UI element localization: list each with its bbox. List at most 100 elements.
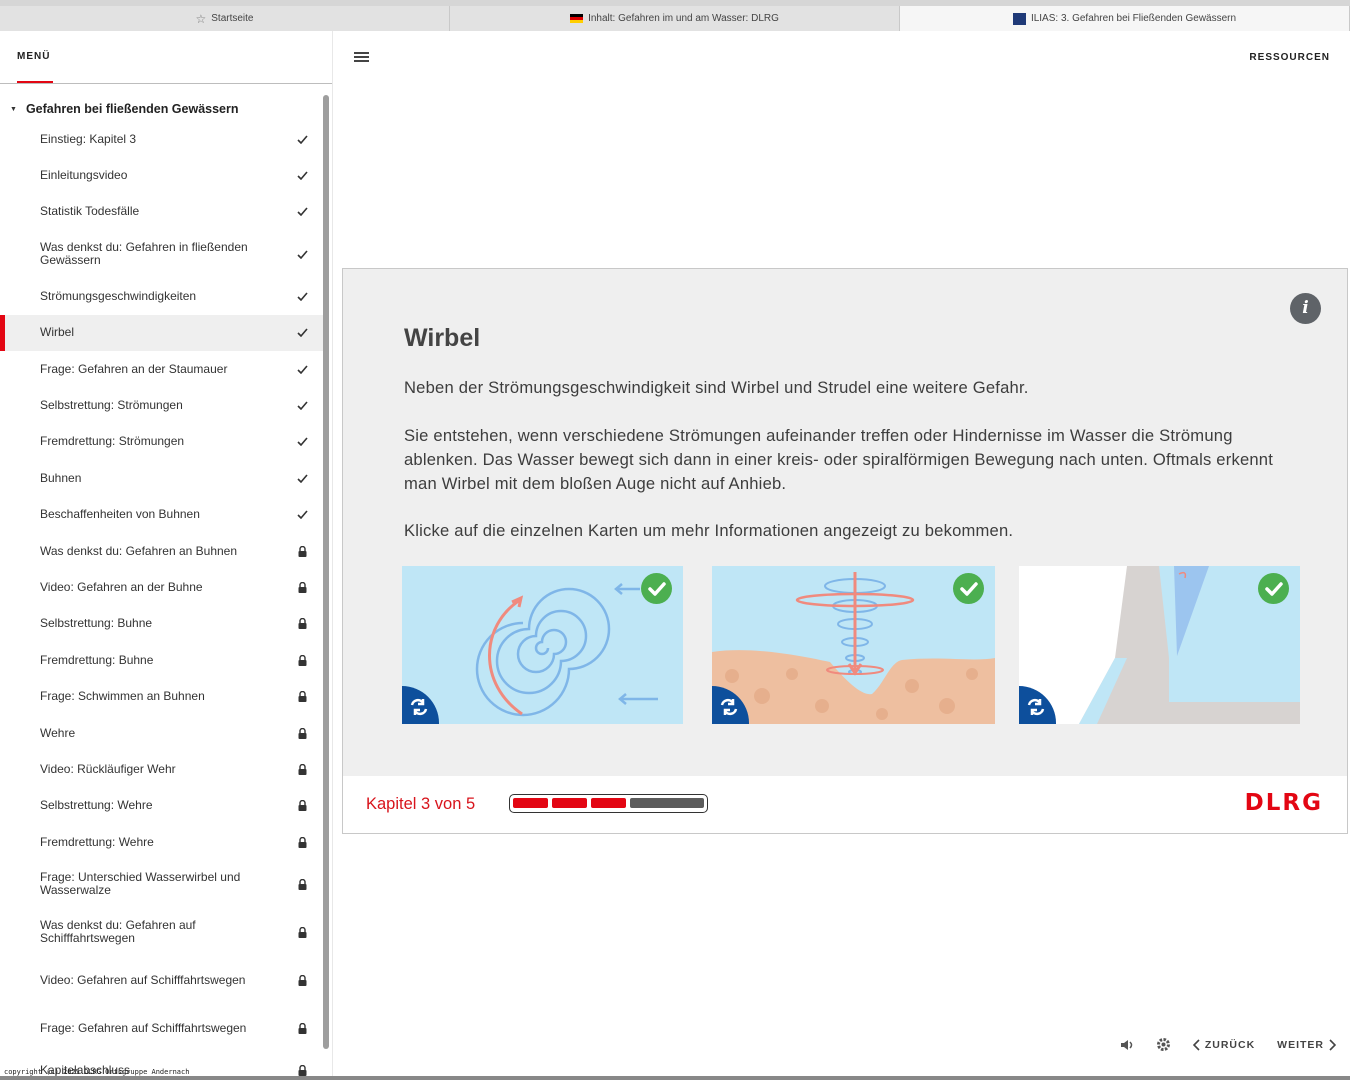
sidebar-scrollbar[interactable] — [323, 95, 329, 1049]
sidebar-item[interactable]: Fremdrettung: Wehre — [0, 824, 325, 860]
lock-icon — [296, 800, 308, 812]
sidebar-item[interactable]: Beschaffenheiten von Buhnen — [0, 497, 325, 533]
browser-tab-bar: ☆ Startseite Inhalt: Gefahren im und am … — [0, 0, 1350, 31]
browser-tab-startseite[interactable]: ☆ Startseite — [0, 6, 450, 31]
back-button[interactable]: ZURÜCK — [1192, 1038, 1256, 1051]
flip-card-vortex[interactable] — [712, 566, 995, 724]
sidebar-menu: MENÜ ▼ Gefahren bei fließenden Gewässern… — [0, 31, 333, 1076]
sidebar-item-label: Fremdrettung: Buhne — [40, 652, 154, 667]
content-card: i Wirbel Neben der Strömungsgeschwindigk… — [342, 268, 1348, 834]
sidebar-item[interactable]: Wehre — [0, 715, 325, 751]
menu-items: Einstieg: Kapitel 3 Einleitungsvideo Stati… — [0, 121, 325, 1076]
sidebar-item[interactable]: Strömungsgeschwindigkeiten — [0, 278, 325, 314]
next-button[interactable]: WEITER — [1277, 1039, 1336, 1051]
sidebar-item[interactable]: Was denkst du: Gefahren in fließenden Ge… — [0, 230, 325, 278]
sidebar-item-label: Strömungsgeschwindigkeiten — [40, 288, 197, 303]
sidebar-item-label: Frage: Gefahren auf Schifffahrtswegen — [40, 1020, 247, 1035]
sidebar-item[interactable]: Buhnen — [0, 460, 325, 496]
sidebar-item-label: Video: Gefahren auf Schifffahrtswegen — [40, 972, 246, 987]
chevron-left-icon — [1192, 1038, 1200, 1051]
checkmark-icon — [296, 133, 308, 145]
sidebar-item-label: Frage: Schwimmen an Buhnen — [40, 689, 205, 704]
sidebar-item[interactable]: Frage: Gefahren auf Schifffahrtswegen — [0, 1004, 325, 1052]
sidebar-item-label: Einleitungsvideo — [40, 168, 128, 183]
sidebar-item[interactable]: Video: Gefahren auf Schifffahrtswegen — [0, 956, 325, 1004]
sidebar-item[interactable]: Frage: Gefahren an der Staumauer — [0, 351, 325, 387]
checkmark-icon — [296, 436, 308, 448]
sidebar-item-label: Wirbel — [40, 325, 75, 340]
checkmark-icon — [296, 509, 308, 521]
sidebar-item-label: Selbstrettung: Strömungen — [40, 398, 183, 413]
sidebar-item-label: Statistik Todesfälle — [40, 204, 140, 219]
paragraph: Klicke auf die einzelnen Karten um mehr … — [404, 521, 1014, 540]
sidebar-item-label: Beschaffenheiten von Buhnen — [40, 507, 200, 522]
section-title: Gefahren bei fließenden Gewässern — [25, 102, 239, 116]
sidebar-item[interactable]: Video: Gefahren an der Buhne — [0, 569, 325, 605]
completed-check-icon — [953, 573, 984, 604]
menu-tab[interactable]: MENÜ — [17, 51, 50, 62]
sound-icon[interactable] — [1120, 1039, 1134, 1051]
sidebar-item[interactable]: Selbstrettung: Wehre — [0, 788, 325, 824]
progress-segment-done — [591, 798, 626, 808]
lock-icon — [296, 878, 308, 890]
sidebar-item-label: Selbstrettung: Buhne — [40, 616, 153, 631]
sidebar-item-label: Wehre — [40, 725, 76, 740]
sidebar-item[interactable]: Selbstrettung: Buhne — [0, 606, 325, 642]
resources-button[interactable]: RESSOURCEN — [1249, 52, 1330, 63]
lock-icon — [296, 974, 308, 986]
hamburger-menu-icon[interactable] — [354, 52, 369, 62]
section-toggle[interactable]: ▼ Gefahren bei fließenden Gewässern — [10, 102, 239, 116]
tab-label: ILIAS: 3. Gefahren bei Fließenden Gewäss… — [1030, 13, 1237, 24]
completed-check-icon — [1258, 573, 1289, 604]
sidebar-item[interactable]: Frage: Schwimmen an Buhnen — [0, 678, 325, 714]
flip-card-dam[interactable] — [1019, 566, 1300, 724]
caret-down-icon: ▼ — [10, 105, 17, 113]
completed-check-icon — [641, 573, 672, 604]
sidebar-item[interactable]: Was denkst du: Gefahren an Buhnen — [0, 533, 325, 569]
checkmark-icon — [296, 248, 308, 260]
lock-icon — [296, 1065, 308, 1076]
paragraph: Sie entstehen, wenn verschiedene Strömun… — [404, 426, 1274, 493]
tab-label: Inhalt: Gefahren im und am Wasser: DLRG — [588, 13, 779, 24]
lock-icon — [296, 1022, 308, 1034]
sidebar-item[interactable]: Statistik Todesfälle — [0, 194, 325, 230]
sidebar-item-label: Selbstrettung: Wehre — [40, 798, 153, 813]
sidebar-item-label: Was denkst du: Gefahren an Buhnen — [40, 543, 238, 558]
flag-icon — [570, 14, 584, 23]
flip-card-spiral[interactable] — [402, 566, 683, 724]
gear-icon[interactable] — [1156, 1037, 1171, 1052]
checkmark-icon — [296, 170, 308, 182]
next-label: WEITER — [1277, 1038, 1324, 1051]
paragraph: Neben der Strömungsgeschwindigkeit sind … — [404, 378, 1029, 397]
checkmark-icon — [296, 206, 308, 218]
lock-icon — [296, 926, 308, 938]
sidebar-item-label: Frage: Gefahren an der Staumauer — [40, 361, 228, 376]
sidebar-item[interactable]: Einleitungsvideo — [0, 157, 325, 193]
lock-icon — [296, 654, 308, 666]
sidebar-item[interactable]: Video: Rückläufiger Wehr — [0, 751, 325, 787]
sidebar-item[interactable]: Einstieg: Kapitel 3 — [0, 121, 325, 157]
chapter-progress-bar — [509, 794, 708, 813]
lock-icon — [296, 727, 308, 739]
sidebar-item[interactable]: Fremdrettung: Strömungen — [0, 424, 325, 460]
info-button[interactable]: i — [1290, 293, 1321, 324]
sidebar-item[interactable]: Frage: Unterschied Wasserwirbel und Wass… — [0, 860, 325, 908]
sidebar-item[interactable]: Fremdrettung: Buhne — [0, 642, 325, 678]
ilias-icon — [1012, 12, 1026, 25]
sidebar-item[interactable]: Was denkst du: Gefahren auf Schifffahrts… — [0, 908, 325, 956]
sidebar-item[interactable]: Wirbel — [0, 314, 325, 352]
progress-segment-done — [513, 798, 548, 808]
browser-tab-inhalt[interactable]: Inhalt: Gefahren im und am Wasser: DLRG — [450, 6, 900, 31]
browser-tab-ilias[interactable]: ILIAS: 3. Gefahren bei Fließenden Gewäss… — [900, 6, 1350, 31]
lock-icon — [296, 581, 308, 593]
page-title: Wirbel — [404, 324, 481, 352]
sidebar-item[interactable]: Selbstrettung: Strömungen — [0, 387, 325, 423]
sidebar-item-label: Was denkst du: Gefahren in fließenden Ge… — [40, 240, 248, 268]
back-label: ZURÜCK — [1204, 1038, 1256, 1051]
sidebar-item-label: Was denkst du: Gefahren auf Schifffahrts… — [40, 918, 196, 946]
checkmark-icon — [296, 363, 308, 375]
star-icon: ☆ — [195, 11, 207, 26]
content-body: i Wirbel Neben der Strömungsgeschwindigk… — [343, 269, 1347, 776]
lock-icon — [296, 763, 308, 775]
chapter-label: Kapitel 3 von 5 — [366, 795, 476, 813]
